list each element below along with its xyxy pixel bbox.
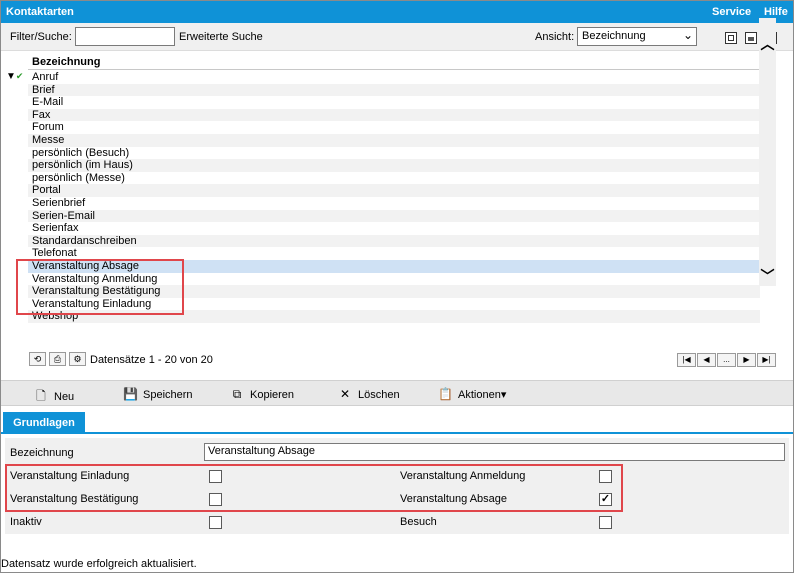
inaktiv-checkbox[interactable] bbox=[209, 516, 222, 529]
column-header-bezeichnung[interactable]: Bezeichnung bbox=[28, 56, 760, 70]
pager: ⟲ ⎙ ⚙ Datensätze 1 - 20 von 20 |◀ ◀ ... … bbox=[1, 351, 777, 369]
clipboard-icon: 📋 bbox=[438, 387, 453, 401]
list-item[interactable]: E-Mail bbox=[28, 96, 760, 109]
service-menu[interactable]: Service bbox=[712, 6, 751, 18]
view-select[interactable]: Bezeichnung ⌄ bbox=[577, 27, 697, 46]
new-document-icon: 🗋 bbox=[36, 389, 46, 403]
highlight-box-form bbox=[5, 464, 623, 512]
copy-icon: ⧉ bbox=[232, 387, 242, 401]
status-message: Datensatz wurde erfolgreich aktualisiert… bbox=[1, 558, 197, 570]
scroll-up-icon[interactable]: ︿ bbox=[759, 34, 776, 54]
help-menu[interactable]: Hilfe bbox=[764, 6, 788, 18]
list-item[interactable]: Standardanschreiben bbox=[28, 234, 760, 248]
list-item[interactable]: Serienbrief bbox=[28, 197, 760, 210]
besuch-checkbox[interactable] bbox=[599, 516, 612, 529]
record-list: ▼✔ Bezeichnung Anruf Brief E-Mail Fax Forum M… bbox=[1, 52, 777, 372]
list-item[interactable]: persönlich (im Haus) bbox=[28, 159, 760, 172]
view-split-button[interactable] bbox=[745, 32, 757, 44]
save-icon: 💾 bbox=[123, 387, 138, 401]
first-page-button[interactable]: |◀ bbox=[677, 353, 696, 367]
title-bar: Kontaktarten Service Hilfe bbox=[1, 1, 793, 23]
new-button[interactable]: 🗋 Neu bbox=[34, 387, 74, 408]
list-item[interactable]: Brief bbox=[28, 83, 760, 97]
filter-search-input[interactable] bbox=[75, 27, 175, 46]
name-label: Bezeichnung bbox=[10, 447, 74, 459]
copy-button[interactable]: ⧉ Kopieren bbox=[230, 387, 294, 402]
filter-label: Filter/Suche: bbox=[10, 31, 72, 43]
save-button[interactable]: 💾 Speichern bbox=[123, 387, 193, 401]
tab-grundlagen[interactable]: Grundlagen bbox=[3, 412, 85, 434]
view-select-value: Bezeichnung bbox=[582, 30, 646, 42]
view-split-icon bbox=[748, 37, 754, 41]
advanced-search-link[interactable]: Erweiterte Suche bbox=[179, 31, 263, 43]
record-count: Datensätze 1 - 20 von 20 bbox=[90, 354, 213, 366]
print-icon[interactable]: ⎙ bbox=[49, 352, 66, 366]
delete-button[interactable]: ✕ Löschen bbox=[338, 387, 400, 401]
filter-active-icon[interactable]: ▼✔ bbox=[6, 71, 23, 82]
last-page-button[interactable]: ▶| bbox=[757, 353, 776, 367]
caret-down-icon: ▾ bbox=[500, 389, 507, 401]
tab-strip: Grundlagen bbox=[1, 410, 793, 434]
list-item[interactable]: Serien-Email bbox=[28, 209, 760, 223]
list-item[interactable]: Forum bbox=[28, 121, 760, 134]
chevron-down-icon: ⌄ bbox=[682, 28, 693, 42]
next-page-button[interactable]: ▶ bbox=[737, 353, 756, 367]
copy-button-label: Kopieren bbox=[250, 389, 295, 401]
list-item[interactable]: Anruf bbox=[28, 71, 760, 84]
new-button-label: Neu bbox=[54, 391, 75, 403]
view-single-icon bbox=[728, 35, 734, 41]
filter-bar: Filter/Suche: Erweiterte Suche Ansicht: … bbox=[1, 23, 793, 51]
inaktiv-label: Inaktiv bbox=[10, 516, 42, 528]
save-button-label: Speichern bbox=[143, 389, 193, 401]
window-title: Kontaktarten bbox=[6, 6, 74, 18]
list-item[interactable]: Messe bbox=[28, 133, 760, 147]
list-item[interactable]: Fax bbox=[28, 108, 760, 122]
actions-button[interactable]: 📋 Aktionen▾ bbox=[438, 387, 506, 401]
name-input[interactable]: Veranstaltung Absage bbox=[204, 443, 785, 461]
highlight-box-list bbox=[16, 259, 184, 315]
list-item[interactable]: Portal bbox=[28, 184, 760, 197]
list-item[interactable]: persönlich (Besuch) bbox=[28, 147, 760, 160]
action-toolbar: 🗋 Neu 💾 Speichern ⧉ Kopieren ✕ Löschen 📋 Akti… bbox=[1, 380, 793, 406]
besuch-label: Besuch bbox=[400, 516, 437, 528]
view-single-button[interactable] bbox=[725, 32, 737, 44]
delete-button-label: Löschen bbox=[358, 389, 400, 401]
refresh-icon[interactable]: ⟲ bbox=[29, 352, 46, 366]
actions-button-label: Aktionen bbox=[458, 389, 501, 401]
prev-page-button[interactable]: ◀ bbox=[697, 353, 716, 367]
list-scrollbar[interactable] bbox=[759, 18, 776, 286]
scroll-down-icon[interactable]: ﹀ bbox=[759, 266, 776, 286]
close-icon: ✕ bbox=[339, 387, 351, 401]
list-item[interactable]: persönlich (Messe) bbox=[28, 172, 760, 185]
settings-icon[interactable]: ⚙ bbox=[69, 352, 86, 366]
list-item[interactable]: Serienfax bbox=[28, 222, 760, 235]
page-ellipsis-button[interactable]: ... bbox=[717, 353, 736, 367]
view-label: Ansicht: bbox=[535, 31, 575, 43]
